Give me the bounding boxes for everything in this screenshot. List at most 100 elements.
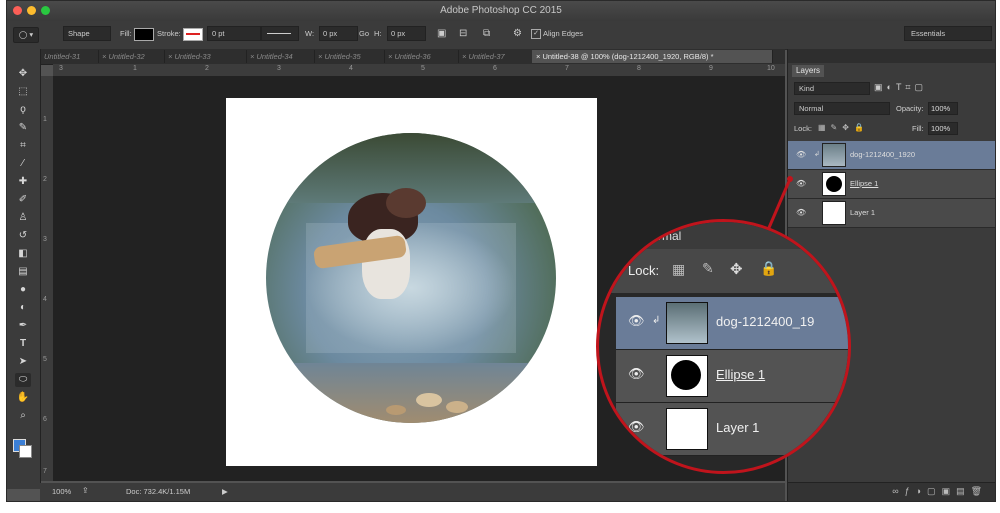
path-align-icon[interactable]: ⊟ — [459, 27, 467, 40]
fill-field[interactable]: 100% — [928, 122, 958, 135]
layer-name[interactable]: dog-1212400_1920 — [850, 150, 915, 159]
type-icon[interactable]: T — [15, 337, 31, 351]
title-bar: Adobe Photoshop CC 2015 — [7, 1, 995, 21]
background-color-swatch[interactable] — [19, 445, 32, 458]
workspace-select[interactable]: Essentials — [904, 26, 992, 41]
blend-mode-select[interactable]: Normal — [794, 102, 890, 115]
layer-action-icons[interactable]: ∞ƒ◑▢▣▤🗑 — [892, 486, 988, 497]
path-ops-icon[interactable]: ▣ — [437, 27, 446, 40]
ruler-tick: 8 — [637, 65, 641, 72]
status-bar: 100% ⇪ Doc: 732.4K/1.15M ▶ — [40, 483, 785, 501]
align-edges-checkbox[interactable]: ✓ — [531, 29, 541, 39]
zoom-level[interactable]: 100% — [52, 487, 71, 496]
pebble — [446, 401, 468, 413]
ruler-tick: 2 — [43, 176, 47, 183]
eye-icon: 👁 — [628, 366, 645, 381]
options-bar: ◯ ▾ Shape Fill: Stroke: 0 pt W: 0 px Go … — [7, 21, 995, 50]
path-select-icon[interactable]: ➤ — [15, 355, 31, 369]
panel-header — [788, 49, 995, 63]
doc-size: Doc: 732.4K/1.15M — [126, 487, 191, 496]
layer-name[interactable]: Layer 1 — [850, 208, 875, 217]
stroke-type-select[interactable] — [261, 26, 299, 41]
fill-swatch[interactable] — [134, 28, 154, 41]
quick-select-icon[interactable]: ✎ — [15, 121, 31, 135]
gear-icon[interactable]: ⚙ — [513, 27, 522, 40]
water-splash — [306, 223, 516, 353]
ruler-tick: 7 — [43, 468, 47, 475]
zoom-lock-row: Lock: ▦ ✎ ✥ 🔒 — [599, 249, 848, 293]
fill-label: Fill: — [120, 29, 132, 38]
ruler-tick: 9 — [709, 65, 713, 72]
layer-name: Layer 1 — [716, 420, 760, 435]
zoom-icon[interactable]: ⌕ — [15, 409, 31, 423]
tab-untitled-38[interactable]: × Untitled-38 @ 100% (dog-1212400_1920, … — [532, 50, 773, 63]
blur-icon[interactable]: ● — [15, 283, 31, 297]
zoom-lock-label: Lock: — [628, 263, 660, 278]
healing-icon[interactable]: ✚ — [15, 175, 31, 189]
lock-brush-icon: ✎ — [702, 260, 714, 276]
marquee-icon[interactable]: ⬚ — [15, 85, 31, 99]
eye-icon[interactable]: 👁 — [796, 208, 806, 218]
eye-icon[interactable]: 👁 — [796, 179, 806, 189]
opacity-field[interactable]: 100% — [928, 102, 958, 115]
ruler-tick: 4 — [43, 296, 47, 303]
ruler-tick: 6 — [493, 65, 497, 72]
tab-untitled-32[interactable]: × Untitled-32 — [98, 50, 165, 63]
tools-panel: ✥ ⬚ ϙ ✎ ⌗ ⁄ ✚ ✐ ♙ ↺ ◧ ▤ ● ◐ ✒ T ➤ ⬭ ✋ ⌕ — [7, 49, 41, 489]
tab-untitled-37[interactable]: × Untitled-37 — [458, 50, 533, 63]
hand-icon[interactable]: ✋ — [15, 391, 31, 405]
tab-untitled-35[interactable]: × Untitled-35 — [314, 50, 385, 63]
shape-icon[interactable]: ⬭ — [15, 373, 31, 387]
lock-icons[interactable]: ▦✎✥🔒 — [818, 123, 869, 132]
dog-ear — [386, 188, 426, 218]
document-canvas[interactable] — [226, 98, 597, 466]
layer-name: Ellipse 1 — [716, 367, 766, 382]
mode-select[interactable]: Shape — [63, 26, 111, 41]
stroke-label: Stroke: — [157, 29, 181, 38]
layer-name: dog-1212400_19 — [716, 314, 815, 329]
dodge-icon[interactable]: ◐ — [15, 301, 31, 315]
export-icon[interactable]: ⇪ — [82, 486, 89, 495]
link-label[interactable]: Go — [359, 27, 369, 40]
history-brush-icon[interactable]: ↺ — [15, 229, 31, 243]
layer-thumbnail — [666, 302, 708, 344]
brush-icon[interactable]: ✐ — [15, 193, 31, 207]
tool-preset-picker[interactable]: ◯ ▾ — [13, 27, 39, 43]
zoom-blend-text: rmal — [658, 229, 682, 243]
ruler-tick: 2 — [205, 65, 209, 72]
tab-untitled-34[interactable]: × Untitled-34 — [246, 50, 315, 63]
tab-untitled-31[interactable]: Untitled-31 — [40, 50, 99, 63]
status-menu-arrow-icon[interactable]: ▶ — [222, 487, 228, 496]
ruler-tick: 4 — [349, 65, 353, 72]
fill-label: Fill: — [912, 124, 924, 133]
crop-icon[interactable]: ⌗ — [15, 139, 31, 153]
eraser-icon[interactable]: ◧ — [15, 247, 31, 261]
height-label: H: — [374, 29, 382, 38]
eye-icon[interactable]: 👁 — [796, 150, 806, 160]
layer-thumbnail — [822, 172, 846, 196]
tab-untitled-33[interactable]: × Untitled-33 — [164, 50, 247, 63]
stroke-swatch[interactable] — [183, 28, 203, 41]
filter-icons[interactable]: ▣◐T⌗▢ — [874, 82, 927, 93]
layer-thumbnail — [822, 143, 846, 167]
layer-name[interactable]: Ellipse 1 — [850, 179, 878, 188]
filter-kind-select[interactable]: Kind — [794, 82, 870, 95]
move-icon[interactable]: ✥ — [15, 67, 31, 81]
eyedropper-icon[interactable]: ⁄ — [15, 157, 31, 171]
width-field[interactable]: 0 px — [319, 26, 358, 41]
lasso-icon[interactable]: ϙ — [15, 103, 31, 117]
ruler-tick: 3 — [43, 236, 47, 243]
tab-untitled-36[interactable]: × Untitled-36 — [384, 50, 459, 63]
width-label: W: — [305, 29, 315, 38]
pen-icon[interactable]: ✒ — [15, 319, 31, 333]
stroke-size-field[interactable]: 0 pt — [207, 26, 261, 41]
stamp-icon[interactable]: ♙ — [15, 211, 31, 225]
dog-photo-circle — [266, 133, 556, 423]
tab-layers[interactable]: Layers — [792, 65, 825, 77]
path-arrange-icon[interactable]: ⧉ — [483, 27, 490, 40]
layer-row-dog[interactable]: 👁 ↲ dog-1212400_1920 — [788, 141, 995, 170]
gradient-icon[interactable]: ▤ — [15, 265, 31, 279]
zoom-layer-dog: 👁 ↲ dog-1212400_19 — [616, 297, 848, 350]
layer-row-ellipse[interactable]: 👁 Ellipse 1 — [788, 170, 995, 199]
height-field[interactable]: 0 px — [387, 26, 426, 41]
